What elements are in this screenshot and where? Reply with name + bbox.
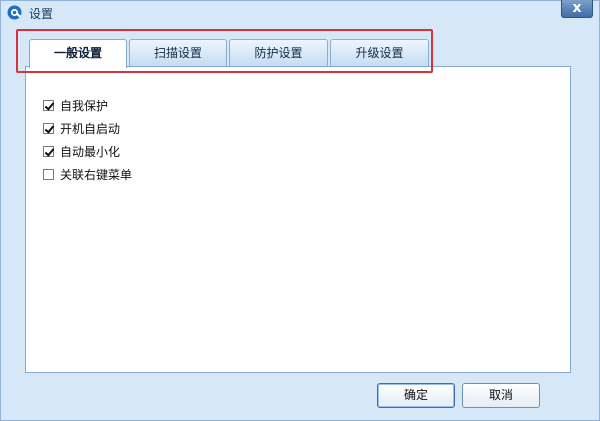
auto-minimize-label: 自动最小化: [60, 144, 121, 159]
autostart-checkbox[interactable]: [43, 122, 54, 134]
self-protect-option[interactable]: 自我保护: [43, 97, 108, 113]
ok-button[interactable]: 确定: [377, 383, 455, 408]
cancel-button[interactable]: 取消: [462, 383, 540, 408]
context-menu-option[interactable]: 关联右键菜单: [43, 166, 132, 182]
general-settings-panel: 自我保护 开机自启动 自动最小化 关联右键菜单: [25, 66, 571, 373]
self-protect-checkbox[interactable]: [43, 99, 54, 111]
app-logo-icon: [7, 5, 22, 20]
tab-upgrade[interactable]: 升级设置: [330, 39, 429, 66]
context-menu-label: 关联右键菜单: [60, 167, 133, 182]
tab-general[interactable]: 一般设置: [29, 39, 127, 68]
window-title: 设置: [29, 7, 54, 21]
settings-dialog: 设置 x 一般设置 扫描设置 防护设置 升级设置 自我保护 开机自启动 自动最小…: [0, 0, 600, 421]
close-icon: x: [572, 0, 582, 16]
autostart-label: 开机自启动: [60, 121, 121, 136]
self-protect-label: 自我保护: [60, 98, 109, 113]
context-menu-checkbox[interactable]: [43, 168, 54, 180]
title-bar[interactable]: 设置 x: [1, 0, 599, 25]
auto-minimize-checkbox[interactable]: [43, 145, 54, 157]
auto-minimize-option[interactable]: 自动最小化: [43, 143, 120, 159]
tab-scan[interactable]: 扫描设置: [129, 39, 227, 66]
close-button[interactable]: x: [561, 0, 593, 18]
autostart-option[interactable]: 开机自启动: [43, 120, 120, 136]
tab-protection[interactable]: 防护设置: [229, 39, 328, 66]
